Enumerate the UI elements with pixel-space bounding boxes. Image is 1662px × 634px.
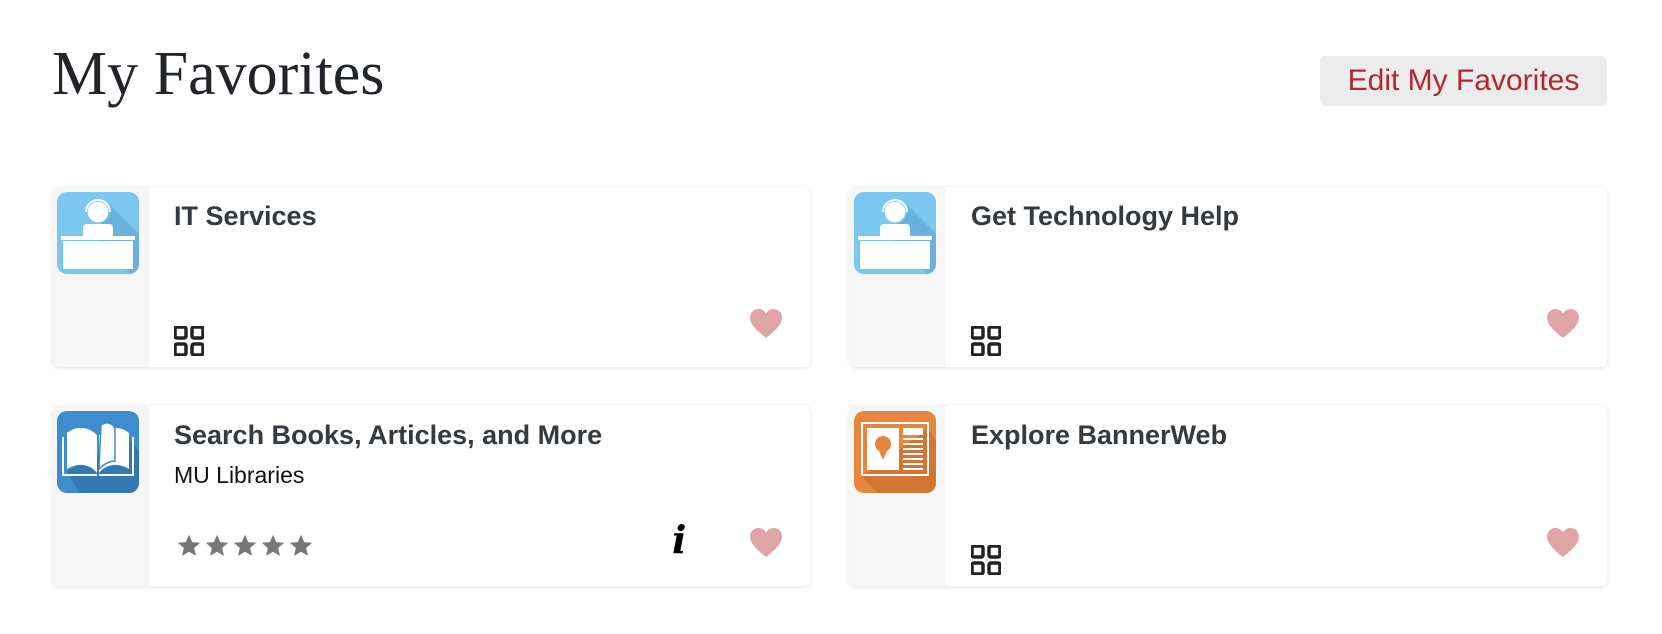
star-icon — [233, 534, 257, 556]
star-icon — [177, 534, 201, 556]
favorite-card-search-books[interactable]: Search Books, Articles, and More MU Libr… — [53, 406, 810, 586]
heart-icon[interactable] — [750, 528, 782, 558]
helpdesk-icon — [57, 192, 139, 274]
card-icon-panel — [850, 406, 946, 586]
grid-icon — [971, 545, 1001, 575]
favorite-card-it-services[interactable]: IT Services — [53, 187, 810, 367]
grid-icon — [971, 326, 1001, 356]
card-title[interactable]: Search Books, Articles, and More — [174, 420, 602, 451]
star-icon — [261, 534, 285, 556]
favorite-card-get-technology-help[interactable]: Get Technology Help — [850, 187, 1607, 367]
info-icon[interactable]: i — [672, 520, 686, 560]
heart-icon[interactable] — [1547, 528, 1579, 558]
star-icon — [289, 534, 313, 556]
star-icon — [205, 534, 229, 556]
profile-card-icon — [854, 411, 936, 493]
favorite-card-explore-bannerweb[interactable]: Explore BannerWeb — [850, 406, 1607, 586]
helpdesk-icon — [854, 192, 936, 274]
card-icon-panel — [53, 406, 149, 586]
card-icon-panel — [53, 187, 149, 367]
edit-favorites-button[interactable]: Edit My Favorites — [1320, 56, 1607, 106]
card-title[interactable]: Explore BannerWeb — [971, 420, 1227, 451]
heart-icon[interactable] — [1547, 309, 1579, 339]
heart-icon[interactable] — [750, 309, 782, 339]
card-title[interactable]: Get Technology Help — [971, 201, 1239, 232]
card-icon-panel — [850, 187, 946, 367]
card-subtitle: MU Libraries — [174, 462, 305, 488]
page-title: My Favorites — [52, 40, 385, 108]
star-rating — [176, 533, 314, 558]
card-title[interactable]: IT Services — [174, 201, 317, 232]
grid-icon — [174, 326, 204, 356]
open-book-icon — [57, 411, 139, 493]
